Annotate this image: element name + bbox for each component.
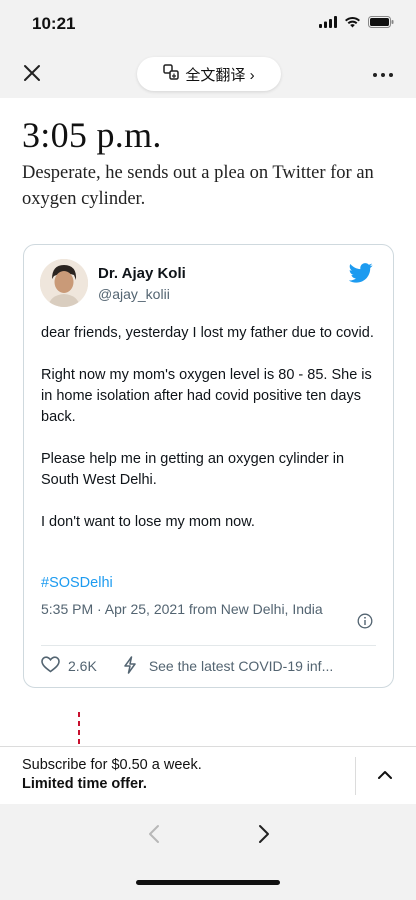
wifi-icon bbox=[344, 15, 361, 33]
subscribe-limited[interactable]: Limited time offer. bbox=[22, 776, 147, 792]
avatar[interactable] bbox=[40, 259, 88, 307]
twitter-bird-icon[interactable] bbox=[348, 263, 373, 288]
translate-button[interactable]: 全文翻译 › bbox=[137, 57, 281, 91]
tweet-actions: 2.6K See the latest COVID-19 inf... bbox=[41, 655, 386, 677]
tweet-body: dear friends, yesterday I lost my father… bbox=[41, 323, 381, 554]
battery-icon bbox=[368, 15, 394, 33]
close-button[interactable] bbox=[18, 61, 46, 89]
covid-info-link[interactable]: See the latest COVID-19 inf... bbox=[149, 658, 333, 674]
subscribe-offer[interactable]: Subscribe for $0.50 a week. bbox=[22, 757, 202, 773]
tweet-meta[interactable]: 5:35 PM · Apr 25, 2021 from New Delhi, I… bbox=[41, 599, 341, 620]
subscribe-banner[interactable]: Subscribe for $0.50 a week. Limited time… bbox=[0, 746, 416, 804]
translate-icon bbox=[163, 64, 180, 84]
more-button[interactable] bbox=[370, 62, 396, 88]
more-icon-dot bbox=[381, 73, 385, 77]
back-button[interactable] bbox=[142, 822, 166, 850]
timestamp-heading: 3:05 p.m. bbox=[22, 115, 162, 155]
embedded-tweet[interactable]: Dr. Ajay Koli @ajay_kolii dear friends, … bbox=[23, 244, 394, 688]
tweet-paragraph: I don't want to lose my mom now. bbox=[41, 514, 255, 530]
translate-label: 全文翻译 › bbox=[185, 66, 255, 84]
forward-button[interactable] bbox=[252, 822, 276, 850]
more-icon-dot bbox=[373, 73, 377, 77]
lightning-icon bbox=[123, 655, 137, 677]
like-count[interactable]: 2.6K bbox=[68, 658, 97, 674]
chevron-up-icon bbox=[377, 767, 393, 785]
home-indicator[interactable] bbox=[136, 880, 280, 885]
chevron-right-icon bbox=[258, 824, 270, 849]
info-icon[interactable] bbox=[357, 613, 373, 634]
status-icons bbox=[319, 15, 394, 33]
status-bar: 10:21 bbox=[0, 0, 416, 52]
close-icon bbox=[23, 64, 41, 87]
tweet-paragraph: Right now my mom's oxygen level is 80 - … bbox=[41, 367, 372, 425]
expand-banner-button[interactable] bbox=[372, 763, 398, 789]
top-toolbar: 全文翻译 › bbox=[0, 52, 416, 98]
status-time: 10:21 bbox=[32, 14, 76, 33]
tweet-paragraph: dear friends, yesterday I lost my father… bbox=[41, 325, 374, 341]
tweet-paragraph: Please help me in getting an oxygen cyli… bbox=[41, 451, 345, 488]
bottom-navigation bbox=[0, 804, 416, 900]
chevron-left-icon bbox=[148, 824, 160, 849]
more-icon-dot bbox=[389, 73, 393, 77]
article-dek: Desperate, he sends out a plea on Twitte… bbox=[22, 163, 374, 209]
timeline-dashed-line bbox=[78, 712, 80, 746]
heart-icon[interactable] bbox=[41, 656, 60, 676]
banner-divider bbox=[355, 757, 356, 795]
hashtag-link[interactable]: #SOSDelhi bbox=[41, 575, 113, 591]
tweet-author-handle[interactable]: @ajay_kolii bbox=[98, 286, 170, 302]
signal-icon bbox=[319, 15, 337, 33]
tweet-divider bbox=[41, 645, 376, 646]
tweet-author-name[interactable]: Dr. Ajay Koli bbox=[98, 265, 186, 282]
